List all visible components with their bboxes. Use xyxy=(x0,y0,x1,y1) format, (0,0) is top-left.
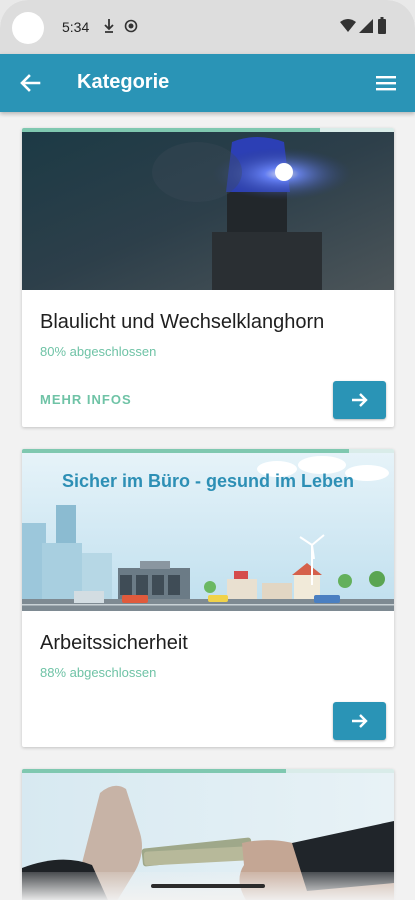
more-info-button[interactable]: MEHR INFOS xyxy=(40,392,132,407)
battery-icon xyxy=(378,17,386,34)
open-category-button[interactable] xyxy=(333,702,386,740)
download-icon xyxy=(104,19,114,33)
category-card[interactable]: Sicher im Büro - gesund im Leben Arbeits… xyxy=(22,449,394,747)
card-title: Blaulicht und Wechselklanghorn xyxy=(40,311,325,333)
sync-icon xyxy=(124,19,138,33)
open-category-button[interactable] xyxy=(333,381,386,419)
card-progress-text: 80% abgeschlossen xyxy=(40,344,157,359)
page-title: Kategorie xyxy=(77,71,170,93)
arrow-right-icon xyxy=(351,393,368,407)
wifi-icon xyxy=(340,19,356,32)
app-bar: Kategorie xyxy=(0,54,415,112)
banner-text: Sicher im Büro - gesund im Leben xyxy=(61,471,355,491)
home-indicator[interactable] xyxy=(151,884,265,888)
signal-icon xyxy=(359,19,373,33)
category-card[interactable]: Blaulicht und Wechselklanghorn 80% abges… xyxy=(22,128,394,427)
status-bar: 5:34 xyxy=(0,0,415,54)
card-progress-text: 88% abgeschlossen xyxy=(40,665,157,680)
menu-button[interactable] xyxy=(370,67,402,99)
back-button[interactable] xyxy=(14,67,46,99)
arrow-right-icon xyxy=(351,714,368,728)
hamburger-menu-icon xyxy=(376,76,396,91)
camera-cutout xyxy=(12,12,44,44)
card-title: Arbeitssicherheit xyxy=(40,632,188,654)
blue-police-light-image xyxy=(22,132,394,290)
arrow-left-icon xyxy=(20,74,41,92)
app-screen: 5:34 Kategorie Blaulicht und Wechselklan… xyxy=(0,0,415,900)
status-time: 5:34 xyxy=(62,19,90,35)
